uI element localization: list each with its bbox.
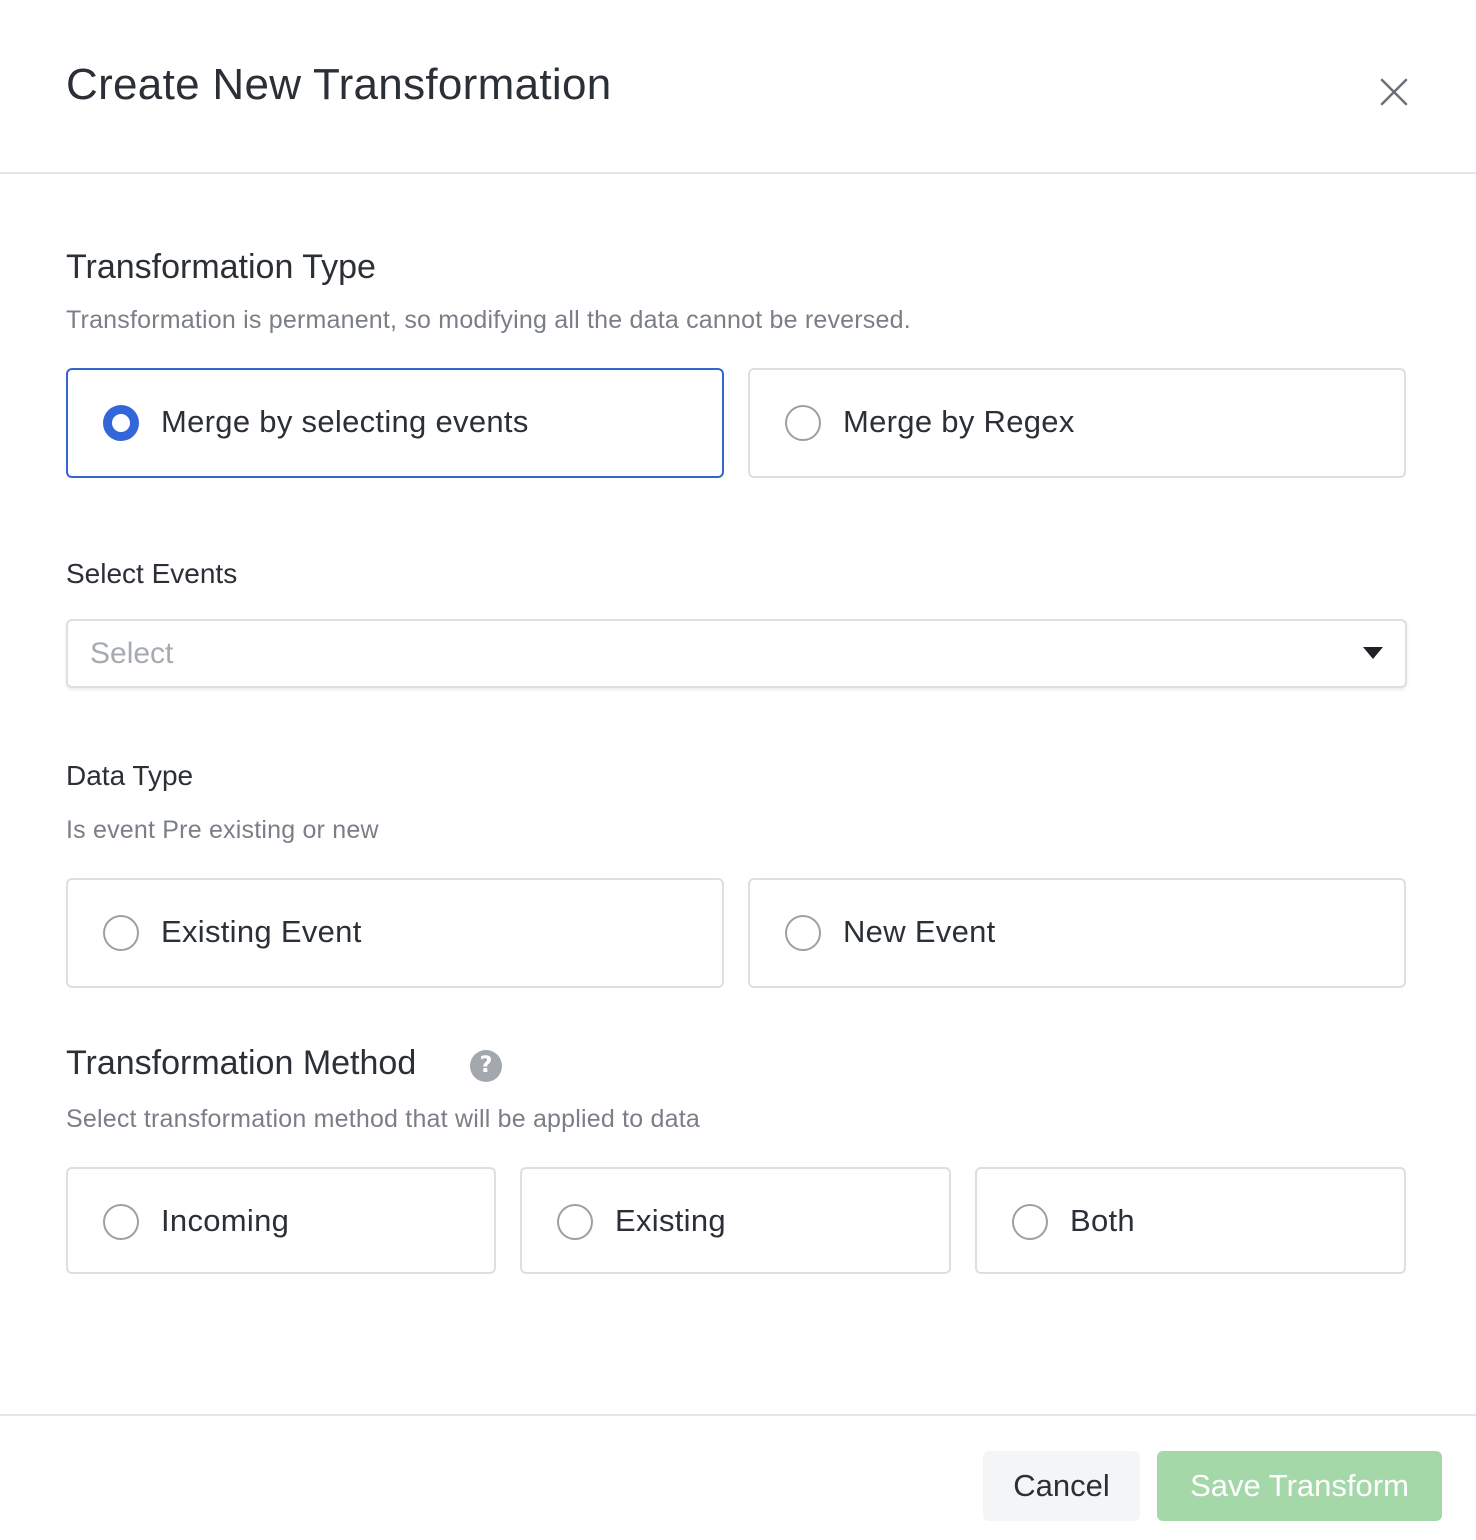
cancel-button[interactable]: Cancel: [983, 1451, 1140, 1521]
radio-option-both[interactable]: Both: [975, 1167, 1406, 1274]
radio-button[interactable]: [103, 915, 139, 951]
data-type-label: Data Type: [66, 760, 194, 791]
caret-down-icon: [1363, 647, 1383, 659]
radio-label: Existing: [615, 1203, 726, 1238]
select-events-label: Select Events: [66, 558, 238, 589]
radio-option-existing[interactable]: Existing: [520, 1167, 951, 1274]
radio-button[interactable]: [785, 915, 821, 951]
radio-button-checked[interactable]: [103, 405, 139, 441]
transformation-type-title: Transformation Type: [66, 248, 376, 286]
radio-option-new-event[interactable]: New Event: [748, 878, 1406, 988]
create-transformation-modal: Create New Transformation Transformation…: [0, 0, 1476, 1540]
select-events-dropdown[interactable]: Select: [66, 619, 1407, 688]
close-icon[interactable]: [1372, 70, 1416, 114]
modal-title: Create New Transformation: [66, 60, 612, 109]
radio-button[interactable]: [557, 1204, 593, 1240]
radio-button[interactable]: [1012, 1204, 1048, 1240]
modal-header: Create New Transformation: [0, 0, 1476, 174]
radio-label: Both: [1070, 1203, 1135, 1238]
radio-label: Merge by selecting events: [161, 404, 529, 439]
radio-label: Existing Event: [161, 914, 362, 949]
save-transform-button[interactable]: Save Transform: [1157, 1451, 1442, 1521]
radio-option-incoming[interactable]: Incoming: [66, 1167, 496, 1274]
radio-button[interactable]: [103, 1204, 139, 1240]
data-type-helper: Is event Pre existing or new: [66, 816, 379, 844]
radio-option-merge-by-regex[interactable]: Merge by Regex: [748, 368, 1406, 478]
radio-option-existing-event[interactable]: Existing Event: [66, 878, 724, 988]
radio-button[interactable]: [785, 405, 821, 441]
select-placeholder: Select: [90, 637, 174, 670]
radio-label: Incoming: [161, 1203, 290, 1238]
radio-option-merge-by-selecting-events[interactable]: Merge by selecting events: [66, 368, 724, 478]
transformation-method-helper: Select transformation method that will b…: [66, 1105, 700, 1133]
transformation-method-title: Transformation Method: [66, 1044, 417, 1082]
radio-label: Merge by Regex: [843, 404, 1075, 439]
question-mark-icon[interactable]: ?: [470, 1050, 502, 1082]
transformation-type-helper: Transformation is permanent, so modifyin…: [66, 306, 911, 334]
radio-label: New Event: [843, 914, 996, 949]
